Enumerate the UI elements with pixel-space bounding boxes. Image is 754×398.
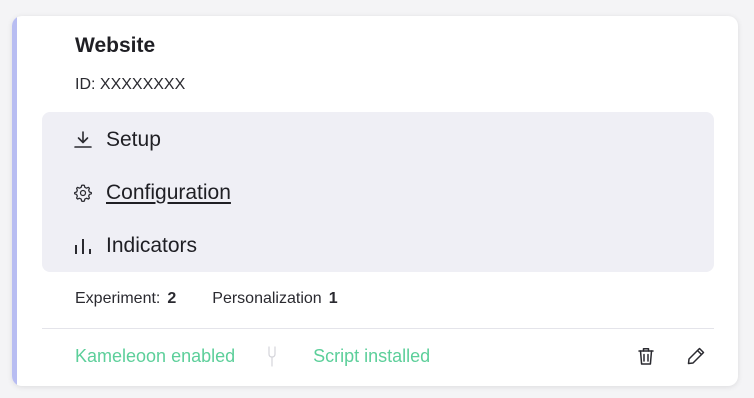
tuning-fork-icon xyxy=(267,345,277,367)
site-id: ID: XXXXXXXX xyxy=(75,76,186,93)
menu-item-setup[interactable]: Setup xyxy=(72,122,161,158)
bar-chart-icon xyxy=(72,235,94,257)
personalization-count: 1 xyxy=(328,290,338,307)
menu-item-label: Indicators xyxy=(106,234,198,257)
footer-divider xyxy=(42,328,714,329)
pencil-icon[interactable] xyxy=(684,344,708,368)
kameleoon-status: Kameleoon enabled xyxy=(75,345,236,366)
menu-item-indicators[interactable]: Indicators xyxy=(72,228,197,264)
experiment-stat: Experiment: 2 xyxy=(75,290,176,308)
site-title: Website xyxy=(75,34,156,57)
status-footer: Kameleoon enabled Script installed xyxy=(75,344,430,368)
site-menu: Setup Configuration Indicators xyxy=(42,112,714,272)
download-icon xyxy=(72,129,94,151)
menu-item-configuration[interactable]: Configuration xyxy=(72,175,231,211)
menu-item-label: Configuration xyxy=(106,181,231,204)
website-card: Website ID: XXXXXXXX Setup Configuration xyxy=(12,16,738,386)
experiment-label: Experiment: xyxy=(75,290,161,307)
card-actions xyxy=(608,344,708,368)
personalization-stat: Personalization 1 xyxy=(212,290,337,308)
stats-row: Experiment: 2 Personalization 1 xyxy=(75,290,374,308)
experiment-count: 2 xyxy=(167,290,177,307)
trash-icon[interactable] xyxy=(634,344,658,368)
menu-item-label: Setup xyxy=(106,128,161,151)
card-accent-bar xyxy=(12,16,17,386)
script-status: Script installed xyxy=(313,345,431,366)
personalization-label: Personalization xyxy=(212,290,322,307)
gear-icon xyxy=(72,182,94,204)
